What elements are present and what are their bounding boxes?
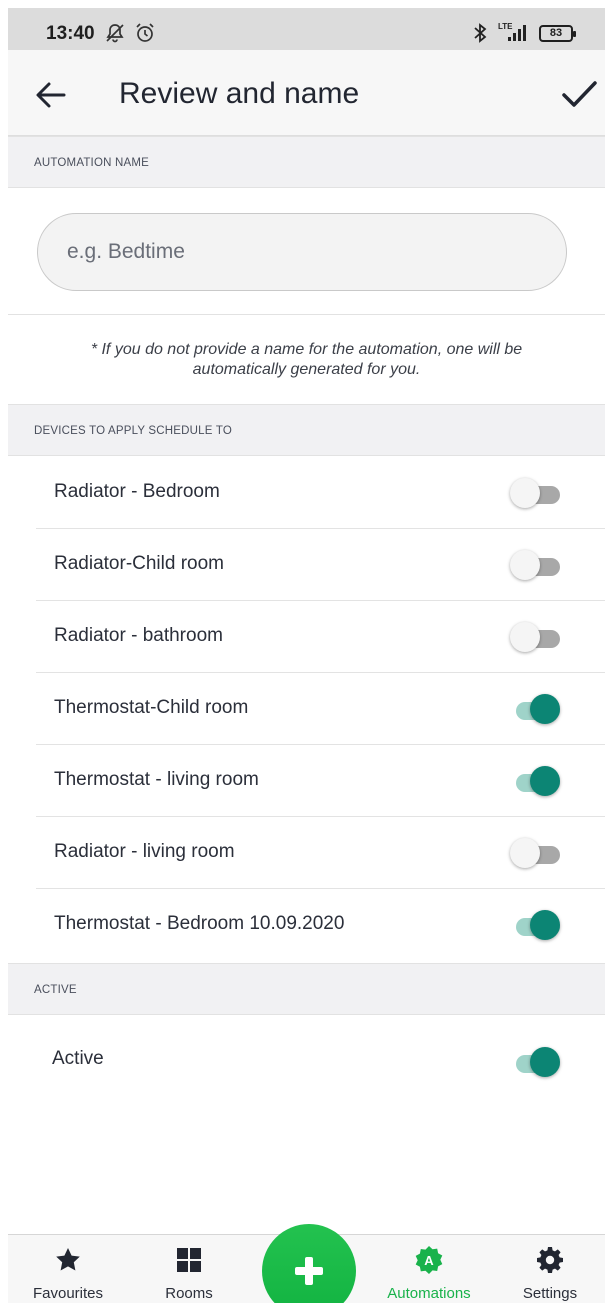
status-time: 13:40 — [46, 23, 95, 44]
active-label: Active — [52, 1048, 104, 1069]
active-toggle[interactable] — [510, 1044, 566, 1080]
bluetooth-icon — [473, 22, 487, 49]
gear-icon — [537, 1247, 563, 1273]
battery-indicator: 83 — [539, 25, 576, 42]
app-bar: Review and name — [8, 50, 605, 136]
toggle-thumb — [530, 766, 560, 796]
automation-name-header: AUTOMATION NAME — [8, 136, 605, 188]
device-row[interactable]: Thermostat - living room — [36, 745, 605, 817]
device-label: Radiator - bathroom — [54, 625, 223, 646]
toggle-thumb — [510, 550, 540, 580]
checkmark-icon — [562, 81, 597, 107]
device-row[interactable]: Radiator - living room — [36, 817, 605, 889]
grid-icon — [177, 1248, 201, 1272]
automation-name-note: * If you do not provide a name for the a… — [90, 341, 523, 378]
active-header-label: ACTIVE — [34, 984, 77, 996]
nav-rooms[interactable]: Rooms — [134, 1235, 244, 1303]
toggle-thumb — [530, 1047, 560, 1077]
active-header: ACTIVE — [8, 963, 605, 1015]
status-bar: 13:40 LTE 83 — [8, 8, 605, 50]
device-toggle[interactable] — [510, 547, 566, 583]
toggle-thumb — [510, 478, 540, 508]
app-screen: 13:40 LTE 83 Review and name AUTOMATION … — [8, 8, 605, 1303]
device-row[interactable]: Thermostat-Child room — [36, 673, 605, 745]
toggle-thumb — [510, 622, 540, 652]
device-label: Radiator-Child room — [54, 553, 225, 574]
nav-label: Automations — [387, 1285, 471, 1302]
device-toggle[interactable] — [510, 619, 566, 655]
device-label: Thermostat-Child room — [54, 697, 249, 718]
toggle-thumb — [530, 694, 560, 724]
device-row[interactable]: Thermostat - Bedroom 10.09.2020 — [36, 889, 605, 961]
nav-label: Rooms — [165, 1285, 213, 1302]
device-label: Thermostat - living room — [54, 769, 259, 790]
device-row[interactable]: Radiator-Child room — [36, 529, 605, 601]
back-button[interactable] — [34, 80, 68, 110]
alarm-icon — [134, 22, 156, 49]
automation-name-header-label: AUTOMATION NAME — [34, 157, 150, 169]
nav-label: Settings — [522, 1285, 578, 1302]
page-title: Review and name — [119, 77, 360, 110]
device-toggle[interactable] — [510, 691, 566, 727]
notifications-off-icon — [104, 22, 126, 49]
device-label: Radiator - living room — [54, 841, 235, 862]
svg-text:LTE: LTE — [498, 22, 513, 31]
device-toggle[interactable] — [510, 763, 566, 799]
device-row[interactable]: Radiator - Bedroom — [36, 457, 605, 529]
divider — [8, 314, 605, 315]
back-arrow-icon — [36, 82, 66, 108]
confirm-button[interactable] — [559, 77, 599, 113]
device-label: Radiator - Bedroom — [54, 481, 220, 502]
devices-header: DEVICES TO APPLY SCHEDULE TO — [8, 404, 605, 456]
plus-icon — [295, 1257, 323, 1285]
svg-text:A: A — [424, 1253, 434, 1268]
active-row[interactable]: Active — [36, 1018, 605, 1102]
device-toggle[interactable] — [510, 475, 566, 511]
device-row[interactable]: Radiator - bathroom — [36, 601, 605, 673]
nav-label: Favourites — [32, 1285, 104, 1302]
nav-automations[interactable]: A Automations — [374, 1235, 484, 1303]
automation-name-input[interactable] — [37, 213, 567, 291]
toggle-thumb — [510, 838, 540, 868]
toggle-thumb — [530, 910, 560, 940]
device-label: Thermostat - Bedroom 10.09.2020 — [54, 913, 345, 934]
device-toggle[interactable] — [510, 835, 566, 871]
star-icon — [56, 1248, 80, 1271]
lte-signal-icon: LTE — [498, 20, 534, 49]
nav-settings[interactable]: Settings — [495, 1235, 605, 1303]
nav-favourites[interactable]: Favourites — [13, 1235, 123, 1303]
device-toggle[interactable] — [510, 907, 566, 943]
devices-header-label: DEVICES TO APPLY SCHEDULE TO — [34, 425, 232, 437]
automation-badge-icon: A — [415, 1246, 443, 1274]
